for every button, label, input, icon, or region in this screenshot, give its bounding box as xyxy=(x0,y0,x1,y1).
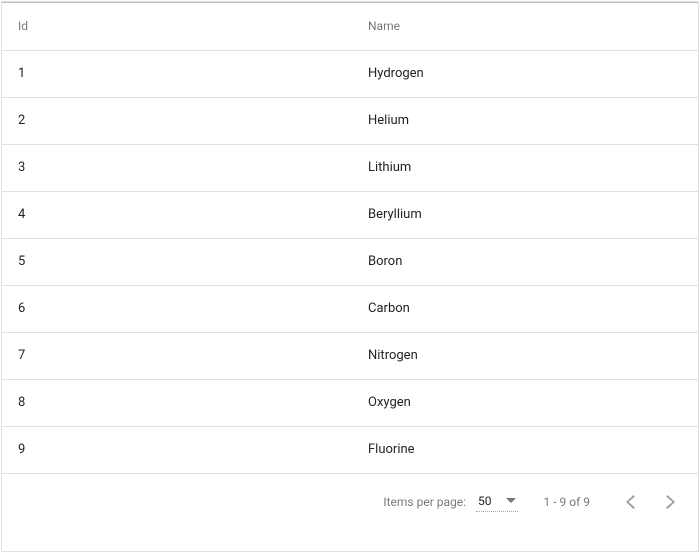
table-row: 2 Helium xyxy=(2,97,698,144)
table-row: 9 Fluorine xyxy=(2,426,698,473)
table-row: 5 Boron xyxy=(2,238,698,285)
page-size-value: 50 xyxy=(478,494,492,508)
cell-id: 5 xyxy=(2,238,352,285)
cell-id: 6 xyxy=(2,285,352,332)
range-label: 1 - 9 of 9 xyxy=(544,495,590,509)
table-row: 8 Oxygen xyxy=(2,379,698,426)
paginator: Items per page: 50 1 - 9 of 9 xyxy=(2,474,698,530)
cell-id: 1 xyxy=(2,50,352,97)
cell-name: Boron xyxy=(352,238,698,285)
header-row: Id Name xyxy=(2,2,698,50)
table-row: 1 Hydrogen xyxy=(2,50,698,97)
chevron-right-icon xyxy=(666,495,675,509)
table-body: 1 Hydrogen 2 Helium 3 Lithium 4 Berylliu… xyxy=(2,50,698,473)
page-size-select[interactable]: 50 xyxy=(476,492,518,512)
cell-name: Fluorine xyxy=(352,426,698,473)
table-row: 3 Lithium xyxy=(2,144,698,191)
cell-name: Beryllium xyxy=(352,191,698,238)
cell-name: Hydrogen xyxy=(352,50,698,97)
next-page-button[interactable] xyxy=(650,482,690,522)
cell-name: Nitrogen xyxy=(352,332,698,379)
cell-id: 2 xyxy=(2,97,352,144)
cell-name: Lithium xyxy=(352,144,698,191)
cell-id: 4 xyxy=(2,191,352,238)
items-per-page-label: Items per page: xyxy=(383,495,466,509)
table-row: 6 Carbon xyxy=(2,285,698,332)
chevron-left-icon xyxy=(626,495,635,509)
table-row: 7 Nitrogen xyxy=(2,332,698,379)
previous-page-button[interactable] xyxy=(610,482,650,522)
cell-id: 8 xyxy=(2,379,352,426)
cell-id: 3 xyxy=(2,144,352,191)
table-row: 4 Beryllium xyxy=(2,191,698,238)
data-table-container: Id Name 1 Hydrogen 2 Helium 3 Lithium 4 … xyxy=(1,1,699,552)
column-header-id[interactable]: Id xyxy=(2,2,352,50)
cell-name: Oxygen xyxy=(352,379,698,426)
column-header-name[interactable]: Name xyxy=(352,2,698,50)
top-divider xyxy=(2,2,698,3)
cell-id: 9 xyxy=(2,426,352,473)
cell-name: Carbon xyxy=(352,285,698,332)
dropdown-icon xyxy=(506,498,516,503)
data-table: Id Name 1 Hydrogen 2 Helium 3 Lithium 4 … xyxy=(2,2,698,474)
cell-id: 7 xyxy=(2,332,352,379)
cell-name: Helium xyxy=(352,97,698,144)
